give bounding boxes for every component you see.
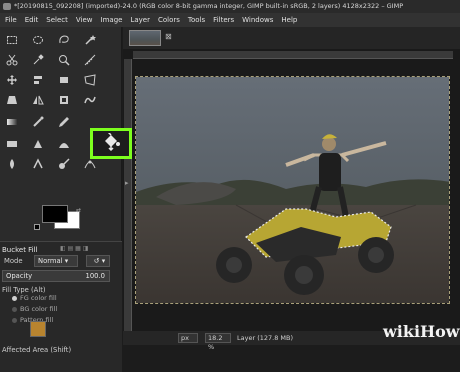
smudge-icon[interactable] (4, 157, 20, 171)
menu-filters[interactable]: Filters (213, 13, 234, 27)
opacity-label: Opacity (6, 272, 33, 280)
pencil-icon[interactable] (56, 115, 72, 129)
canvas-area: ⊠ ▸ px 18.2 % Layer (127.8 MB) (123, 27, 460, 351)
color-picker-icon[interactable] (30, 53, 46, 67)
window-titlebar: *[20190815_092208] (imported)-24.0 (RGB … (0, 0, 460, 13)
layer-info: Layer (127.8 MB) (237, 334, 294, 342)
tool-options-panel: Bucket Fill ◧ ▤ ▦ ◨ Mode Normal ▾ ↺ ▾ Op… (0, 241, 122, 372)
window-title: *[20190815_092208] (imported)-24.0 (RGB … (14, 2, 404, 10)
move-icon[interactable] (4, 73, 20, 87)
watermark-how: How (420, 322, 460, 341)
heal-icon[interactable] (30, 157, 46, 171)
menu-view[interactable]: View (76, 13, 93, 27)
zoom-icon[interactable] (56, 53, 72, 67)
opacity-value: 100.0 (85, 272, 105, 280)
gradient-icon[interactable] (4, 115, 20, 129)
reset-colors-icon[interactable] (34, 224, 40, 230)
measure-icon[interactable] (82, 53, 98, 67)
swap-colors-icon[interactable]: ⇄ (76, 207, 81, 214)
scissors-icon[interactable] (4, 53, 20, 67)
paintbrush-icon[interactable] (30, 115, 46, 129)
perspective-icon[interactable] (4, 93, 20, 107)
horizontal-ruler (133, 51, 453, 59)
image-canvas[interactable] (135, 76, 450, 304)
app-icon (3, 3, 11, 10)
warp-icon[interactable] (82, 93, 98, 107)
menu-file[interactable]: File (5, 13, 17, 27)
menu-select[interactable]: Select (46, 13, 68, 27)
affected-area-label: Affected Area (Shift) (2, 346, 72, 354)
unified-transform-icon[interactable] (82, 73, 98, 87)
image-tabs: ⊠ (123, 27, 460, 49)
panel-tab-icons: ◧ ▤ ▦ ◨ (60, 245, 89, 252)
wikihow-watermark: wikiHow (383, 322, 460, 341)
menu-bar: File Edit Select View Image Layer Colors… (0, 13, 460, 27)
expand-arrow-icon[interactable]: ▸ (125, 179, 129, 187)
menu-windows[interactable]: Windows (242, 13, 273, 27)
watermark-wiki: wiki (383, 322, 421, 341)
mode-value: Normal (38, 257, 63, 265)
dodge-icon[interactable] (56, 157, 72, 171)
airbrush-icon[interactable] (4, 137, 20, 151)
mode-label: Mode (4, 257, 23, 265)
rect-select-icon[interactable] (4, 33, 20, 47)
menu-tools[interactable]: Tools (188, 13, 205, 27)
zoom-select[interactable]: 18.2 % (205, 333, 231, 351)
menu-help[interactable]: Help (281, 13, 297, 27)
image-tab-thumbnail[interactable] (129, 30, 161, 46)
fuzzy-select-icon[interactable] (82, 33, 98, 47)
ellipse-select-icon[interactable] (30, 33, 46, 47)
tool-options-title: Bucket Fill (2, 246, 38, 254)
pattern-swatch[interactable] (30, 321, 46, 337)
menu-layer[interactable]: Layer (130, 13, 150, 27)
color-swatches (40, 205, 90, 231)
clone-icon[interactable] (56, 137, 72, 151)
lasso-icon[interactable] (56, 33, 72, 47)
foreground-color-swatch[interactable] (42, 205, 68, 223)
bucket-fill-tool-highlight[interactable] (90, 128, 132, 159)
path-icon[interactable] (82, 157, 98, 171)
close-icon[interactable]: ⊠ (165, 32, 172, 41)
transform-icon[interactable] (56, 73, 72, 87)
vertical-ruler (124, 59, 132, 339)
menu-image[interactable]: Image (101, 13, 123, 27)
align-icon[interactable] (30, 73, 46, 87)
ink-icon[interactable] (30, 137, 46, 151)
bucket-fill-icon[interactable] (101, 130, 121, 155)
mode-reset-icon[interactable]: ↺ ▾ (86, 255, 110, 267)
unit-select[interactable]: px (178, 333, 198, 343)
flip-icon[interactable] (30, 93, 46, 107)
fill-type-label: Fill Type (Alt) (2, 286, 46, 294)
menu-edit[interactable]: Edit (25, 13, 39, 27)
cage-icon[interactable] (56, 93, 72, 107)
menu-colors[interactable]: Colors (158, 13, 180, 27)
fg-color-fill-radio[interactable]: FG color fill (12, 294, 57, 302)
toolbox-panel: ⇄ Bucket Fill ◧ ▤ ▦ ◨ Mode Normal ▾ ↺ ▾ … (0, 27, 132, 372)
bg-color-fill-radio[interactable]: BG color fill (12, 305, 57, 313)
mode-select[interactable]: Normal ▾ (34, 255, 78, 267)
opacity-slider[interactable]: Opacity 100.0 (2, 270, 110, 282)
